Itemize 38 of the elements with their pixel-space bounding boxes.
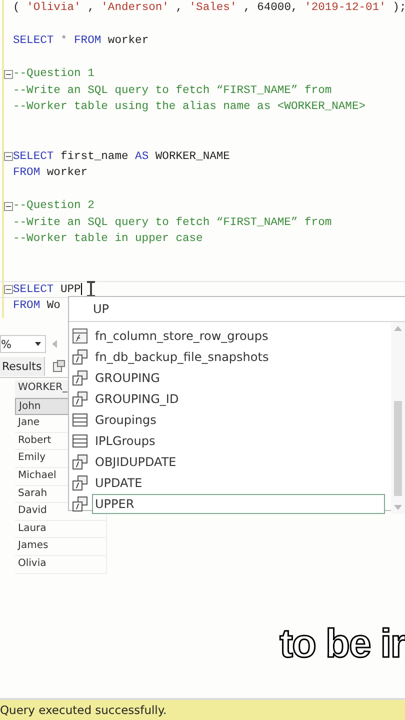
code-line: --Write an SQL query to fetch “FIRST_NAME” from [13, 216, 332, 229]
function-icon [72, 474, 88, 490]
function-icon [72, 370, 88, 386]
collapse-icon[interactable] [4, 284, 13, 294]
code-line: SELECT * FROM worker [13, 35, 149, 48]
code-line: FROM Wo [13, 300, 60, 312]
code-line: --Write an SQL query to fetch “FIRST_NAME” from [13, 84, 332, 97]
table-cell: James [15, 538, 107, 556]
status-bar: Query executed successfully. [0, 698, 405, 720]
suggestion-item[interactable]: fn_db_backup_file_snapshots [92, 346, 385, 366]
collapse-icon[interactable] [4, 70, 13, 79]
code-line: SELECT first_name AS WORKER_NAME [13, 150, 230, 163]
code-line: --Worker table in upper case [13, 233, 203, 246]
caption: to be ir [280, 622, 405, 667]
table-icon [72, 412, 88, 428]
suggestion-item[interactable]: fn_column_store_row_groups [92, 326, 385, 346]
code-line: --Question 1 [13, 68, 94, 80]
table-cell: Laura [15, 520, 107, 538]
code-line: --Worker table using the alias name as <WORKER_NAME> [13, 101, 366, 114]
function-icon [72, 390, 88, 406]
suggestion-item[interactable]: UPPER [92, 494, 385, 514]
results-tab[interactable]: Results [0, 356, 45, 376]
table-cell: Olivia [15, 556, 107, 574]
filter-text: UP [69, 297, 405, 322]
code-line: FROM worker [13, 167, 88, 180]
function-icon [72, 454, 88, 470]
messages-icon[interactable] [52, 360, 65, 372]
caret-icon [35, 342, 42, 346]
code-line: SELECT UPP [13, 282, 82, 296]
code-line: ( 'Olivia' , 'Anderson' , 'Sales' , 64000, '2019-12-01' ); [13, 2, 405, 14]
zoom-dropdown[interactable]: % [0, 335, 46, 353]
table-icon [72, 432, 88, 448]
collapse-icon[interactable] [4, 202, 13, 211]
code-line: --Question 2 [13, 200, 94, 212]
function-icon [72, 328, 88, 344]
function-icon [72, 348, 88, 364]
text-cursor-icon [86, 281, 96, 297]
collapse-icon[interactable] [4, 152, 13, 162]
